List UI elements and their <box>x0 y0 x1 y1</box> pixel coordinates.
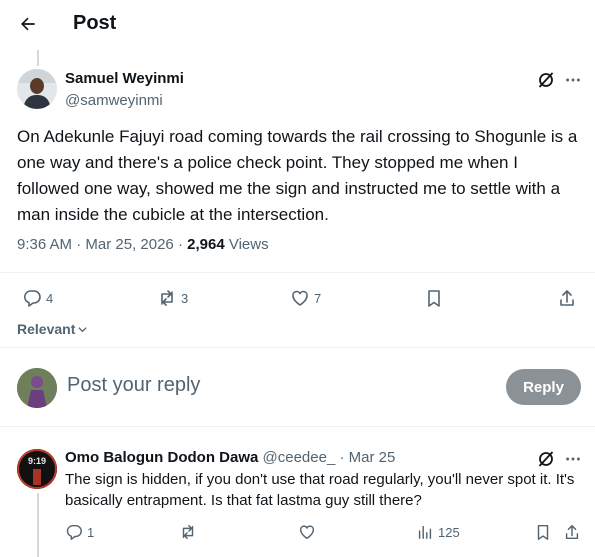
reply-bubble-icon <box>23 290 41 307</box>
views-count: 2,964 <box>187 236 225 253</box>
more-options-button[interactable] <box>563 449 583 469</box>
tweet-time[interactable]: 9:36 AM <box>17 236 72 253</box>
reply-share-action[interactable] <box>563 523 581 541</box>
thread-connector-line <box>37 493 39 557</box>
views-label: Views <box>228 236 269 253</box>
reply-text: The sign is hidden, if you don't use tha… <box>65 471 575 509</box>
bookmark-action[interactable] <box>424 288 444 308</box>
reply-author-avatar[interactable]: 9:19 <box>17 449 57 489</box>
divider <box>0 272 595 273</box>
grok-button[interactable] <box>536 70 556 90</box>
heart-icon <box>292 290 308 306</box>
reply-reply-action[interactable]: 1 <box>65 523 94 541</box>
avatar-clock-text: 9:19 <box>28 456 46 466</box>
avatar-photo: 9:19 <box>17 449 57 489</box>
sort-label: Relevant <box>17 321 76 337</box>
grok-icon <box>538 451 554 467</box>
views-bar-chart-icon <box>418 525 432 540</box>
share-icon <box>560 290 574 306</box>
author-avatar[interactable] <box>17 69 57 109</box>
divider <box>0 426 595 427</box>
reply-views-action[interactable]: 125 <box>416 523 460 541</box>
thread-connector-line <box>37 50 39 66</box>
author-handle[interactable]: @samweyinmi <box>65 92 163 109</box>
bookmark-icon <box>428 290 440 307</box>
current-user-avatar[interactable] <box>17 368 57 408</box>
grok-icon <box>538 72 554 88</box>
repost-icon <box>182 524 194 540</box>
like-action[interactable]: 7 <box>290 288 321 308</box>
repost-icon <box>161 290 173 306</box>
share-icon <box>565 524 579 540</box>
repost-count: 3 <box>181 290 189 306</box>
header-bar: Post <box>0 0 595 50</box>
reply-author-handle[interactable]: @ceedee_ <box>263 449 336 466</box>
reply-count: 4 <box>46 290 54 306</box>
like-count: 7 <box>314 290 322 306</box>
reply-date[interactable]: Mar 25 <box>349 449 396 466</box>
meta-separator: · <box>76 236 82 253</box>
bookmark-icon <box>537 524 549 540</box>
avatar-photo <box>17 368 57 408</box>
tweet-text: On Adekunle Fajuyi road coming towards t… <box>17 127 578 224</box>
reply-button[interactable]: Reply <box>506 369 581 405</box>
page-title: Post <box>73 12 117 34</box>
arrow-left-icon <box>21 17 35 31</box>
reply-views-count: 125 <box>438 524 460 540</box>
heart-icon <box>299 525 315 540</box>
tweet-date[interactable]: Mar 25, 2026 <box>85 236 173 253</box>
divider <box>0 347 595 348</box>
tweet-meta: 9:36 AM · Mar 25, 2026 · 2,964 Views <box>17 236 269 253</box>
reply-bubble-icon <box>66 524 82 540</box>
author-name[interactable]: Samuel Weyinmi <box>65 70 184 87</box>
reply-separator: · <box>339 449 345 466</box>
more-horizontal-icon <box>566 457 580 461</box>
reply-action[interactable]: 4 <box>22 288 53 308</box>
sort-replies-dropdown[interactable]: Relevant <box>17 321 88 337</box>
reply-header: Omo Balogun Dodon Dawa @ceedee_ · Mar 25 <box>65 449 395 466</box>
chevron-down-icon <box>78 326 87 332</box>
reply-author-name[interactable]: Omo Balogun Dodon Dawa <box>65 449 258 466</box>
reply-bookmark-action[interactable] <box>534 523 552 541</box>
avatar-photo <box>17 69 57 109</box>
more-horizontal-icon <box>566 78 580 82</box>
reply-reply-count: 1 <box>87 524 95 540</box>
reply-like-action[interactable] <box>298 523 316 541</box>
reply-input[interactable]: Post your reply <box>67 374 200 397</box>
repost-action[interactable]: 3 <box>157 288 188 308</box>
more-options-button[interactable] <box>563 70 583 90</box>
back-button[interactable] <box>16 12 40 36</box>
reply-repost-action[interactable] <box>179 523 197 541</box>
grok-button[interactable] <box>536 449 556 469</box>
meta-separator: · <box>177 236 183 253</box>
share-action[interactable] <box>557 288 577 308</box>
